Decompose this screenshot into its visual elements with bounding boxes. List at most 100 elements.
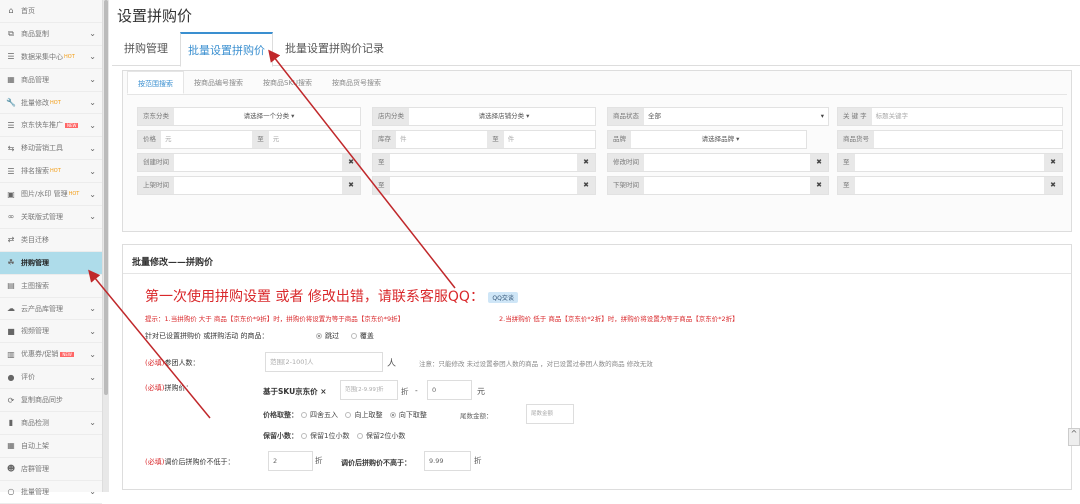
label: 品牌 xyxy=(608,131,631,148)
unit: 折 xyxy=(401,387,409,396)
listed-to[interactable]: 至 ✖ xyxy=(372,176,596,195)
radio-round-down[interactable] xyxy=(389,412,396,418)
sidebar-item[interactable]: ▥ 优惠券/促销 NEW ⌄ xyxy=(0,343,102,367)
clear-icon[interactable]: ✖ xyxy=(342,177,360,194)
sidebar-item[interactable]: ▮ 商品检测 ⌄ xyxy=(0,412,102,435)
clear-icon[interactable]: ✖ xyxy=(810,177,828,194)
tail-input[interactable]: 尾数金额 xyxy=(526,404,574,424)
radio-skip[interactable] xyxy=(316,333,322,339)
sidebar-item[interactable]: ∞ 关联版式管理 ⌄ xyxy=(0,206,102,229)
chevron-down-icon: ⌄ xyxy=(89,418,96,428)
listed-from[interactable]: 上架时间 ✖ xyxy=(137,176,361,195)
shop-category-select[interactable]: 店内分类 请选择店铺分类 ▾ xyxy=(372,107,596,126)
sidebar-item[interactable]: ⇄ 类目迁移 xyxy=(0,229,102,252)
chevron-down-icon: ⌄ xyxy=(89,52,96,62)
radio-2-decimals[interactable] xyxy=(356,433,363,439)
tab-pingou-manage[interactable]: 拼购管理 xyxy=(117,32,175,66)
clear-icon[interactable]: ✖ xyxy=(1044,154,1062,171)
sidebar-item-label: 主图搜索 xyxy=(21,281,49,290)
created-from[interactable]: 创建时间 ✖ xyxy=(137,153,361,172)
min-discount-input[interactable]: 2 xyxy=(268,451,313,471)
label: 保留2位小数 xyxy=(365,432,406,440)
radio-overwrite[interactable] xyxy=(350,333,357,339)
label: 至 xyxy=(487,131,504,148)
sidebar-item-label: 复制商品同步 xyxy=(21,396,63,405)
sidebar-item[interactable]: ☰ 排名搜索 HOT ⌄ xyxy=(0,160,102,184)
label: 商品状态 xyxy=(608,108,644,125)
search-tab-range[interactable]: 按范围搜索 xyxy=(127,71,184,94)
search-tab-itemno[interactable]: 按商品货号搜索 xyxy=(322,71,391,94)
home-icon: ⌂ xyxy=(8,6,14,16)
chevron-down-icon: ⌄ xyxy=(89,166,96,176)
max-discount-input[interactable]: 9.99 xyxy=(424,451,471,471)
sidebar-item[interactable]: ☁ 云产品库管理 ⌄ xyxy=(0,298,102,321)
search-tab-id[interactable]: 按商品编号搜索 xyxy=(184,71,253,94)
chevron-down-icon: ⌄ xyxy=(89,98,96,107)
sidebar-item[interactable]: ☻ 店群管理 xyxy=(0,458,102,481)
clear-icon[interactable]: ✖ xyxy=(577,177,595,194)
sidebar-item[interactable]: ▣ 图片/水印 管理 HOT ⌄ xyxy=(0,183,102,207)
tab-batch-set-records[interactable]: 批量设置拼购价记录 xyxy=(278,32,391,66)
price-min[interactable]: 元 xyxy=(161,131,252,148)
jd-category-select[interactable]: 京东分类 请选择一个分类 ▾ xyxy=(137,107,361,126)
sidebar-item[interactable]: ⟳ 复制商品同步 xyxy=(0,389,102,413)
status-select[interactable]: 商品状态 全部 ▾ xyxy=(607,107,829,126)
existing-options: 跳过 覆盖 xyxy=(313,331,374,341)
sidebar-item[interactable]: ⇆ 移动营销工具 ⌄ xyxy=(0,137,102,161)
clear-icon[interactable]: ✖ xyxy=(1044,177,1062,194)
sidebar-item-label: 商品复制 xyxy=(21,29,49,38)
radio-round-up[interactable] xyxy=(345,412,352,418)
delisted-from[interactable]: 下架时间 ✖ xyxy=(607,176,829,195)
radio-1-decimal[interactable] xyxy=(301,433,307,439)
delisted-to[interactable]: 至 ✖ xyxy=(837,176,1063,195)
main-tabs: 拼购管理 批量设置拼购价 批量设置拼购价记录 xyxy=(112,32,1080,67)
clear-icon[interactable]: ✖ xyxy=(577,154,595,171)
clear-icon[interactable]: ✖ xyxy=(342,154,360,171)
label: 四舍五入 xyxy=(310,411,338,419)
sidebar-item[interactable]: ▦ 自动上架 xyxy=(0,435,102,458)
price-max[interactable]: 元 xyxy=(269,131,360,148)
group-size-input[interactable]: 范围[2-100]人 xyxy=(265,352,383,372)
radio-round[interactable] xyxy=(301,412,307,418)
stock-max[interactable]: 件 xyxy=(504,131,595,148)
sidebar-item-label: 店群管理 xyxy=(21,464,49,473)
stock-min[interactable]: 件 xyxy=(396,131,487,148)
price-range[interactable]: 价格元至元 xyxy=(137,130,361,149)
sidebar-item[interactable]: ▤ 主图搜索 xyxy=(0,275,102,298)
discount-input[interactable]: 范围[2-9.99]折 xyxy=(340,380,398,400)
sync-icon: ⟳ xyxy=(7,395,15,405)
badge: HOT xyxy=(64,53,75,60)
stock-range[interactable]: 库存件至件 xyxy=(372,130,596,149)
sidebar-item[interactable]: ⌂ 首页 xyxy=(0,0,102,23)
chevron-down-icon: ⌄ xyxy=(89,349,96,359)
minus-amount-input[interactable]: 0 xyxy=(427,380,472,400)
modified-from[interactable]: 修改时间 ✖ xyxy=(607,153,829,172)
sidebar-item[interactable]: ■ 视频管理 ⌄ xyxy=(0,320,102,344)
sidebar-item[interactable]: ▦ 商品管理 ⌄ xyxy=(0,69,102,92)
sidebar-item-label: 数据采集中心 xyxy=(21,52,63,61)
created-to[interactable]: 至 ✖ xyxy=(372,153,596,172)
brand-select[interactable]: 品牌 请选择品牌 ▾ xyxy=(607,130,807,149)
item-no-input[interactable]: 商品货号 xyxy=(837,130,1063,149)
sidebar-scroll-thumb[interactable] xyxy=(104,0,108,395)
badge: HOT xyxy=(50,168,61,175)
sidebar-item[interactable]: 🔧 批量修改 HOT ⌄ xyxy=(0,92,102,115)
sidebar-item[interactable]: ○ 批量管理 ⌄ xyxy=(0,481,102,504)
sidebar-item[interactable]: ☰ 数据采集中心 HOT ⌄ xyxy=(0,46,102,69)
label: 至 xyxy=(838,154,855,171)
max-label: 调价后拼购价不高于： xyxy=(341,459,411,467)
qq-chat-button[interactable]: QQ交谈 xyxy=(488,291,518,303)
keyword-input[interactable]: 关 键 字标题关键字 xyxy=(837,107,1063,126)
clear-icon[interactable]: ✖ xyxy=(810,154,828,171)
comment-icon: ● xyxy=(7,372,15,382)
sidebar-item[interactable]: ☘ 拼购管理 xyxy=(0,251,102,275)
sidebar-item[interactable]: ☰ 京东快车推广 NEW ⌄ xyxy=(0,114,102,138)
back-to-top-button[interactable]: ^ xyxy=(1068,428,1080,446)
sidebar-item[interactable]: ● 评价 ⌄ xyxy=(0,366,102,390)
sidebar-item[interactable]: ⧉ 商品复制 ⌄ xyxy=(0,23,102,46)
sidebar-item-label: 关联版式管理 xyxy=(21,212,63,221)
unit: 折 xyxy=(474,456,482,465)
search-tab-sku[interactable]: 按商品SKU搜索 xyxy=(253,71,322,94)
modified-to[interactable]: 至 ✖ xyxy=(837,153,1063,172)
tab-batch-set-price[interactable]: 批量设置拼购价 xyxy=(180,32,273,67)
